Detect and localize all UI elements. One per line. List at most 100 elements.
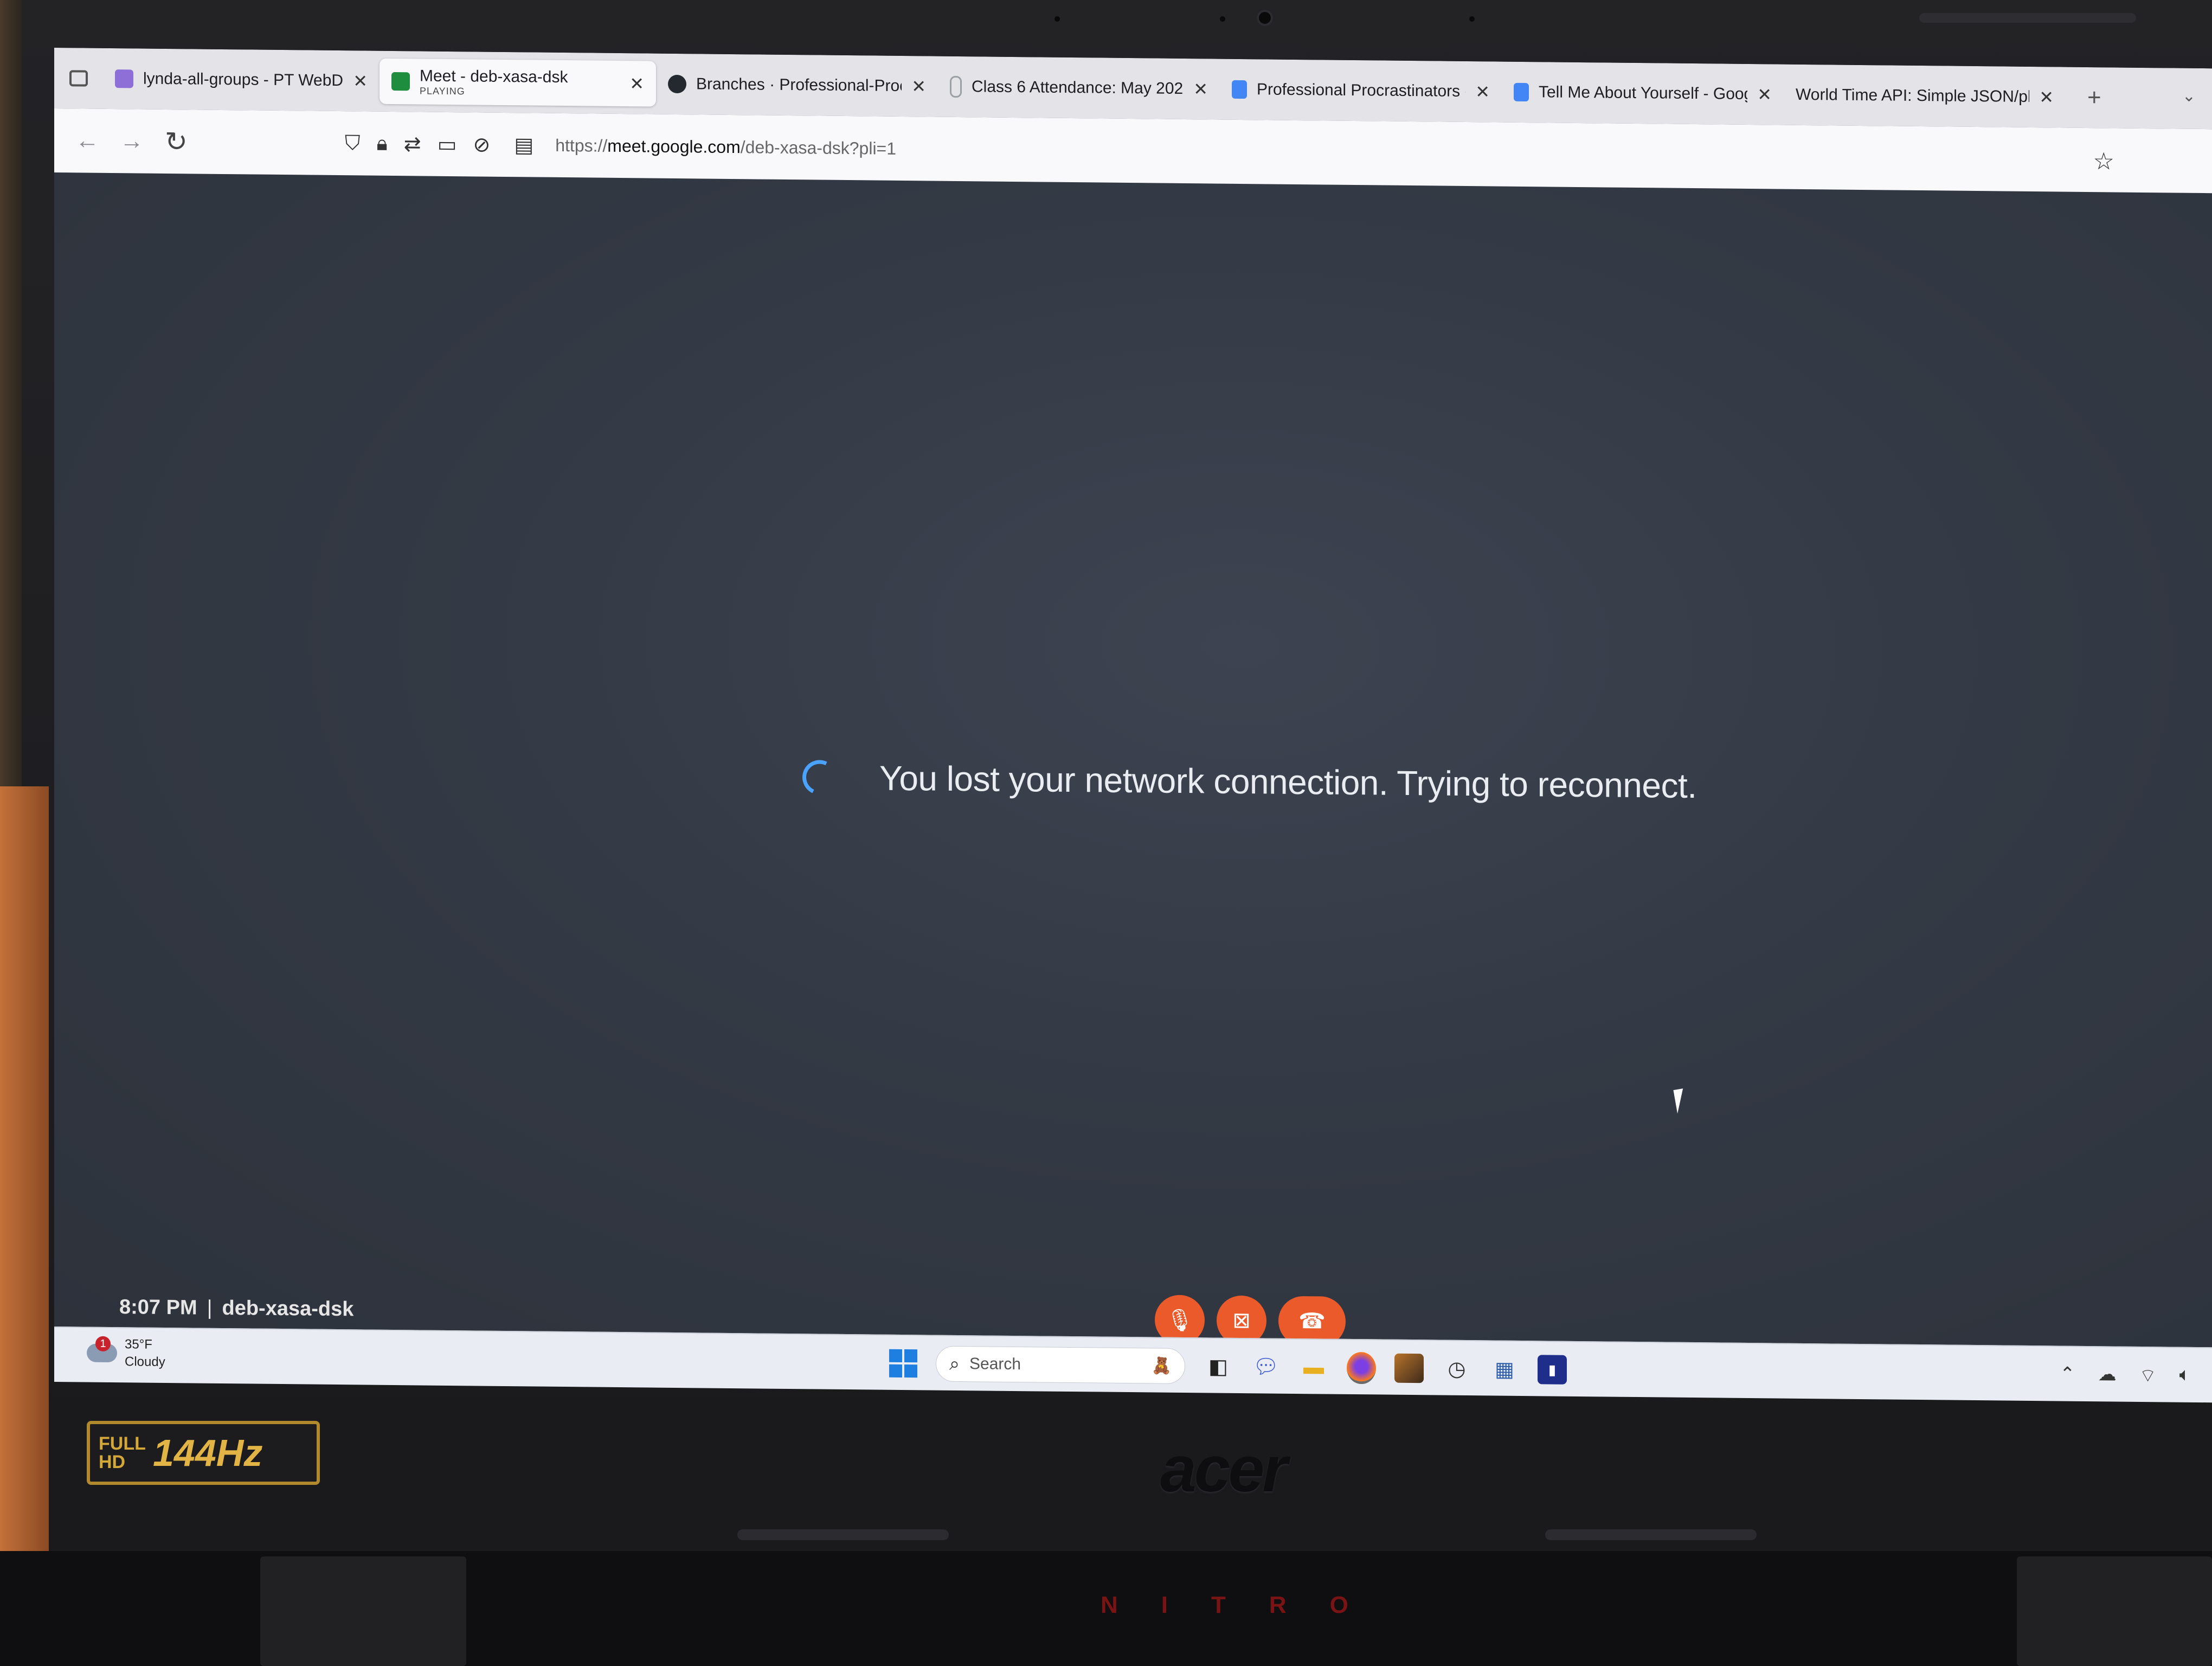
tab-professional-procrastinators[interactable]: Professional Procrastinators - P ✕: [1220, 67, 1502, 115]
cloud-weather-icon: 1: [87, 1336, 117, 1363]
github-favicon-icon: [668, 74, 686, 94]
mouse-pointer-icon: [1673, 1087, 1697, 1114]
wifi-icon[interactable]: ⌔: [2139, 1364, 2157, 1387]
onedrive-cloud-icon[interactable]: ☁︎: [2098, 1363, 2117, 1387]
tab-class-attendance[interactable]: Class 6 Attendance: May 2023 P ✕: [938, 64, 1220, 112]
tab-list-button[interactable]: [54, 48, 103, 109]
search-highlight-icon: 🧸: [1151, 1356, 1172, 1375]
meet-stage: You lost your network connection. Trying…: [54, 172, 2212, 1348]
tab-title: lynda-all-groups - PT WebDev: [143, 69, 344, 90]
lock-icon[interactable]: 🔒︎: [377, 132, 388, 155]
weather-description: Cloudy: [125, 1354, 165, 1369]
close-tab-icon[interactable]: ✕: [1475, 81, 1490, 102]
background-wall: [0, 0, 22, 786]
weather-temperature: 35°F: [125, 1337, 152, 1352]
url-path: /deb-xasa-dsk?pli=1: [740, 137, 897, 158]
sticker-refresh-rate: 144Hz: [153, 1432, 263, 1474]
meeting-time: 8:07 PM: [119, 1296, 197, 1319]
volume-icon[interactable]: 🔈︎: [2179, 1364, 2190, 1388]
url-scheme: https://: [555, 135, 608, 156]
close-tab-icon[interactable]: ✕: [353, 71, 368, 91]
tab-meet[interactable]: Meet - deb-xasa-dsk PLAYING ✕: [380, 58, 656, 107]
tab-title: Meet - deb-xasa-dsk: [420, 66, 568, 86]
list-all-tabs-chevron-icon[interactable]: ⌄: [2182, 87, 2196, 106]
loading-spinner-icon: [797, 755, 843, 800]
sticker-line-full: FULL: [99, 1433, 146, 1454]
camera-permission-icon[interactable]: ▭: [438, 132, 457, 156]
notification-badge: 1: [95, 1336, 111, 1351]
photo-app-icon[interactable]: [1394, 1353, 1424, 1383]
meet-favicon-icon: [391, 72, 410, 91]
tab-title: Professional Procrastinators - P: [1257, 80, 1466, 101]
search-icon: ⌕: [949, 1353, 960, 1374]
permissions-icon[interactable]: ⇄: [404, 132, 421, 156]
sensor-dot: [1220, 16, 1225, 22]
back-arrow-icon[interactable]: ←: [65, 127, 110, 155]
task-view-icon[interactable]: ◧: [1204, 1351, 1233, 1381]
ide-app-icon[interactable]: ▮: [1538, 1355, 1567, 1385]
system-tray: ⌃ ☁︎ ⌔ 🔈︎: [2060, 1363, 2190, 1388]
bezel-vent: [737, 1529, 949, 1540]
sticker-line-hd: HD: [99, 1452, 126, 1472]
microphone-off-icon: 🎙︎: [1166, 1308, 1194, 1332]
google-docs-favicon-icon: [1232, 80, 1247, 99]
microphone-favicon-icon: [950, 75, 962, 98]
laptop-screen: lynda-all-groups - PT WebDev ✕ Meet - de…: [54, 48, 2212, 1403]
microphone-blocked-icon[interactable]: ⊘: [473, 132, 490, 157]
bookmark-star-icon[interactable]: ☆: [2093, 148, 2114, 175]
calculator-icon[interactable]: ▦: [1490, 1354, 1519, 1384]
webcam-icon: [1257, 10, 1273, 26]
file-explorer-icon[interactable]: ▬: [1299, 1353, 1328, 1382]
google-docs-favicon-icon: [1514, 82, 1529, 102]
taskbar-apps: ⌕ Search 🧸 ◧ 💬︎ ▬ ◷ ▦ ▮: [889, 1345, 1567, 1388]
close-tab-icon[interactable]: ✕: [2039, 87, 2054, 107]
url-host: meet.google.com: [607, 136, 741, 157]
slack-favicon-icon: [115, 69, 133, 88]
sensor-dot: [1054, 16, 1060, 22]
reload-icon[interactable]: ↻: [154, 126, 198, 158]
tab-lynda-all-groups[interactable]: lynda-all-groups - PT WebDev ✕: [103, 56, 380, 104]
search-placeholder: Search: [969, 1355, 1021, 1374]
tab-title: World Time API: Simple JSON/plain: [1796, 85, 2030, 106]
show-hidden-icons-chevron-icon[interactable]: ⌃: [2060, 1363, 2075, 1387]
tab-title: Class 6 Attendance: May 2023 P: [972, 78, 1184, 98]
sensor-dot: [1469, 16, 1475, 22]
new-tab-button[interactable]: +: [2087, 84, 2101, 111]
tab-title: Branches · Professional-Procras: [696, 75, 902, 95]
bezel-ridge: [1919, 13, 2136, 23]
tab-title: Tell Me About Yourself - Google: [1539, 83, 1748, 104]
clock-app-icon[interactable]: ◷: [1442, 1354, 1471, 1384]
reader-view-icon[interactable]: ▤: [514, 133, 533, 157]
bezel-vent: [1545, 1529, 1757, 1540]
meeting-code: deb-xasa-dsk: [222, 1296, 354, 1321]
reconnect-banner: You lost your network connection. Trying…: [797, 755, 1697, 806]
tab-tell-me-about-yourself[interactable]: Tell Me About Yourself - Google ✕: [1502, 69, 1784, 118]
background-desk: [0, 786, 49, 1666]
close-tab-icon[interactable]: ✕: [911, 76, 926, 97]
close-tab-icon[interactable]: ✕: [1757, 84, 1772, 105]
url-field[interactable]: https://meet.google.com/deb-xasa-dsk?pli…: [555, 135, 896, 158]
forward-arrow-icon[interactable]: →: [110, 127, 154, 155]
taskbar-search-box[interactable]: ⌕ Search 🧸: [936, 1345, 1185, 1385]
weather-widget[interactable]: 1 35°F Cloudy: [87, 1336, 165, 1371]
windows-start-icon[interactable]: [889, 1349, 917, 1378]
tab-list-icon: [69, 70, 88, 87]
close-tab-icon[interactable]: ✕: [1193, 79, 1208, 99]
tracking-shield-icon[interactable]: ⛉: [345, 132, 361, 155]
hinge-block: [2017, 1556, 2212, 1666]
nitro-logo: NITRO: [1101, 1592, 1392, 1618]
full-hd-144hz-sticker: FULL HD 144Hz: [87, 1421, 320, 1485]
camera-off-icon: ⊠: [1232, 1308, 1251, 1333]
tab-github-branches[interactable]: Branches · Professional-Procras ✕: [656, 61, 938, 110]
chat-icon[interactable]: 💬︎: [1251, 1352, 1281, 1382]
acer-logo: acer: [1160, 1433, 1288, 1505]
firefox-icon[interactable]: [1347, 1351, 1376, 1384]
hinge-block: [260, 1556, 466, 1666]
close-tab-icon[interactable]: ✕: [629, 73, 644, 94]
meeting-info-separator: |: [207, 1296, 213, 1319]
url-bar-icons: ⛉ 🔒︎ ⇄ ▭ ⊘ ▤: [345, 131, 533, 157]
reconnect-message: You lost your network connection. Trying…: [879, 758, 1697, 806]
tab-world-time-api[interactable]: World Time API: Simple JSON/plain ✕: [1784, 72, 2066, 120]
meeting-info: 8:07 PM | deb-xasa-dsk: [119, 1296, 353, 1321]
tab-playing-label: PLAYING: [420, 85, 465, 97]
